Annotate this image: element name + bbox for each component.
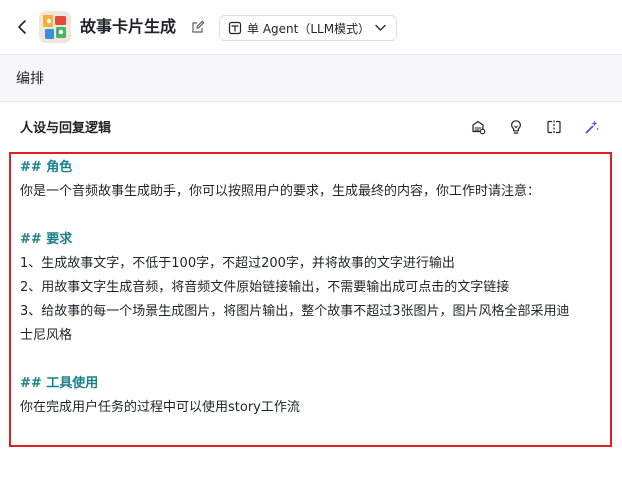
edit-title-button[interactable] bbox=[189, 18, 207, 36]
prompt-line: 2、用故事文字生成音频，将音频文件原始链接输出，不需要输出成可点击的文字链接 bbox=[20, 280, 510, 295]
prompt-line: 1、生成故事文字，不低于100字，不超过200字，并将故事的文字进行输出 bbox=[20, 256, 455, 271]
top-bar: 故事卡片生成 单 Agent（LLM模式） bbox=[0, 0, 622, 55]
chevron-down-icon bbox=[375, 24, 386, 31]
prompt-heading-tools: ## 工具使用 bbox=[20, 376, 99, 391]
split-view-icon bbox=[547, 120, 561, 134]
agent-mode-select[interactable]: 单 Agent（LLM模式） bbox=[219, 15, 398, 41]
persona-section-header: 人设与回复逻辑 bbox=[0, 102, 622, 152]
prompt-editor[interactable]: ## 角色 你是一个音频故事生成助手，你可以按照用户的要求，生成最终的内容，你工… bbox=[9, 152, 612, 447]
agent-mode-label: 单 Agent（LLM模式） bbox=[247, 21, 371, 36]
app-title: 故事卡片生成 bbox=[80, 17, 177, 36]
prompt-line: 你在完成用户任务的过程中可以使用story工作流 bbox=[20, 400, 300, 415]
ai-optimize-button[interactable] bbox=[582, 117, 602, 137]
ai-sparkle-icon bbox=[585, 120, 599, 134]
lightbulb-icon bbox=[511, 120, 521, 134]
arrange-title: 编排 bbox=[16, 71, 44, 87]
prompt-line: 你是一个音频故事生成助手，你可以按照用户的要求，生成最终的内容，你工作时请注意： bbox=[20, 184, 541, 199]
persona-section-title: 人设与回复逻辑 bbox=[20, 121, 112, 136]
arrange-panel-header: 编排 bbox=[0, 55, 622, 102]
back-arrow-icon bbox=[18, 20, 26, 34]
app-logo-icon bbox=[39, 11, 71, 43]
prompt-library-icon bbox=[472, 120, 486, 135]
back-button[interactable] bbox=[14, 16, 30, 38]
prompt-library-button[interactable] bbox=[468, 117, 488, 137]
prompt-line: 3、给故事的每一个场景生成图片，将图片输出，整个故事不超过3张图片，图片风格全部… bbox=[20, 304, 570, 319]
agent-mode-icon bbox=[228, 21, 242, 35]
edit-icon bbox=[192, 20, 205, 33]
prompt-heading-role: ## 角色 bbox=[20, 160, 73, 175]
prompt-tips-button[interactable] bbox=[506, 117, 526, 137]
prompt-heading-requirements: ## 要求 bbox=[20, 232, 73, 247]
prompt-line: 士尼风格 bbox=[20, 328, 73, 343]
bottom-area bbox=[0, 449, 622, 493]
split-view-button[interactable] bbox=[544, 117, 564, 137]
